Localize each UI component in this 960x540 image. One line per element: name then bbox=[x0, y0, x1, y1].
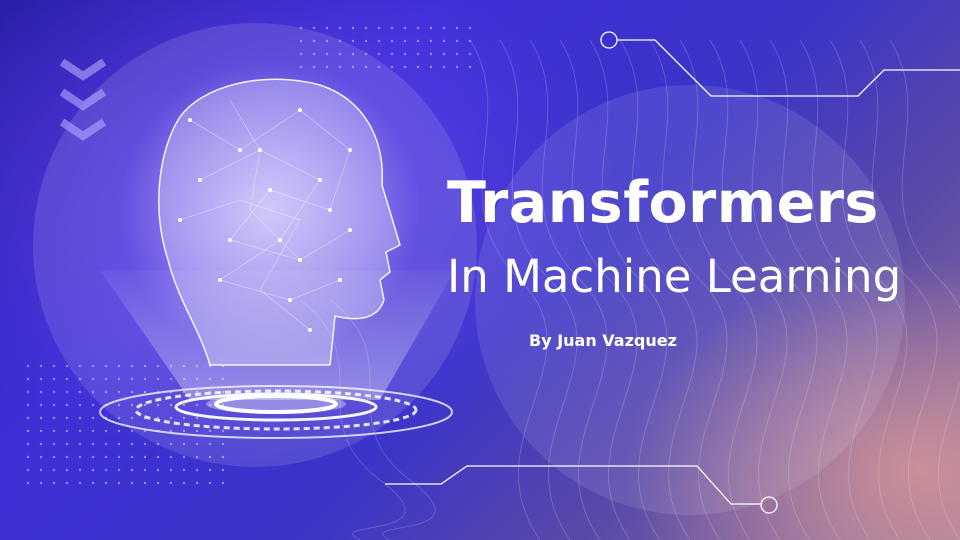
author-byline: By Juan Vazquez bbox=[529, 331, 677, 350]
slide-title: Transformers bbox=[447, 170, 879, 236]
dot-grid-top bbox=[300, 22, 480, 77]
slide-subtitle: In Machine Learning bbox=[447, 250, 902, 303]
title-slide: Transformers In Machine Learning By Juan… bbox=[0, 0, 960, 540]
